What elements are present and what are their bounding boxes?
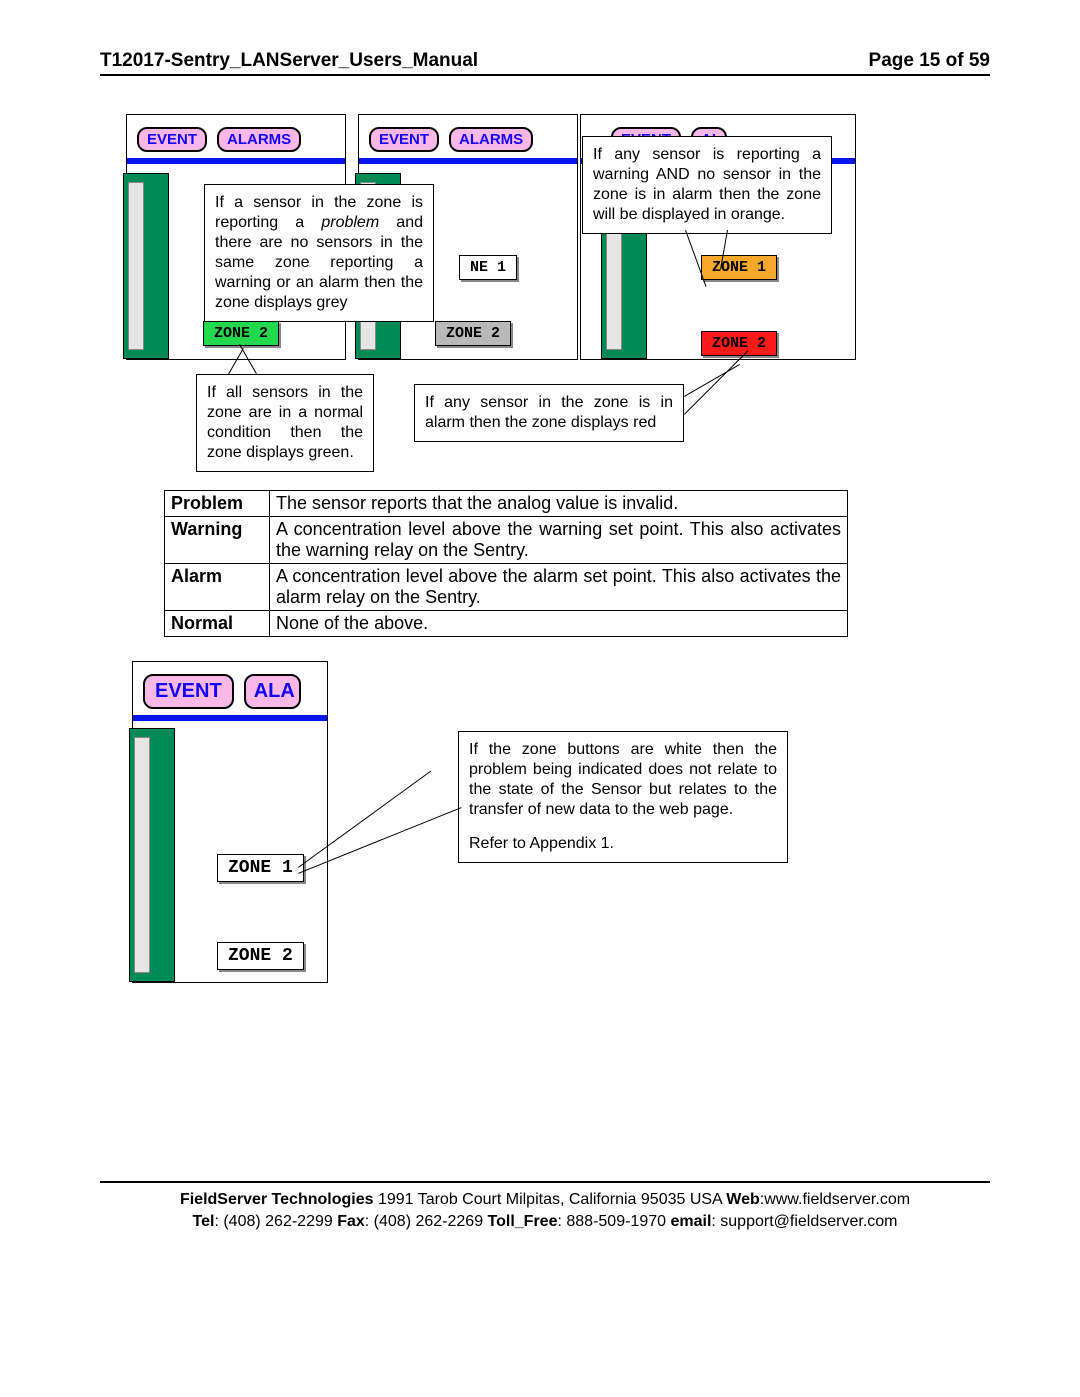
callout-red: If any sensor in the zone is in alarm th… bbox=[414, 384, 684, 442]
event-tab[interactable]: EVENT bbox=[369, 127, 439, 152]
footer-email-key: email bbox=[670, 1213, 711, 1230]
rack-graphic bbox=[129, 728, 175, 982]
callout-orange: If any sensor is reporting a warning AND… bbox=[582, 136, 832, 234]
footer-address: 1991 Tarob Court Milpitas, California 95… bbox=[374, 1191, 727, 1208]
callout-green: If all sensors in the zone are in a norm… bbox=[196, 374, 374, 472]
figure-zone-colors: EVENT ALARMS ZONE 2 EVENT ALARMS NE 1 ZO… bbox=[126, 114, 990, 464]
zone1-partial-button[interactable]: NE 1 bbox=[459, 255, 517, 280]
def-key: Problem bbox=[165, 491, 270, 517]
page-number: Page 15 of 59 bbox=[869, 50, 990, 72]
definitions-table: Problem The sensor reports that the anal… bbox=[164, 490, 848, 637]
alarms-tab[interactable]: ALARMS bbox=[449, 127, 533, 152]
doc-title: T12017-Sentry_LANServer_Users_Manual bbox=[100, 50, 478, 72]
page-header: T12017-Sentry_LANServer_Users_Manual Pag… bbox=[100, 50, 990, 76]
zone1-orange-button[interactable]: ZONE 1 bbox=[701, 255, 777, 280]
table-row: Warning A concentration level above the … bbox=[165, 517, 848, 564]
footer-tel-val: : (408) 262-2299 bbox=[214, 1213, 337, 1230]
def-val: A concentration level above the warning … bbox=[270, 517, 848, 564]
table-row: Alarm A concentration level above the al… bbox=[165, 564, 848, 611]
footer-fax-val: : (408) 262-2269 bbox=[365, 1213, 488, 1230]
table-row: Normal None of the above. bbox=[165, 611, 848, 637]
def-key: Normal bbox=[165, 611, 270, 637]
footer-tollfree-key: Toll_Free bbox=[488, 1213, 558, 1230]
zone2-green-button[interactable]: ZONE 2 bbox=[203, 321, 279, 346]
zone2-grey-button[interactable]: ZONE 2 bbox=[435, 321, 511, 346]
def-val: The sensor reports that the analog value… bbox=[270, 491, 848, 517]
def-key: Warning bbox=[165, 517, 270, 564]
footer-web-val: :www.fieldserver.com bbox=[760, 1191, 910, 1208]
figure-zone-white: EVENT ALA ZONE 1 ZONE 2 If the zone butt… bbox=[132, 661, 990, 991]
event-tab[interactable]: EVENT bbox=[143, 674, 234, 709]
zone2-red-button[interactable]: ZONE 2 bbox=[701, 331, 777, 356]
zone1-white-button[interactable]: ZONE 1 bbox=[217, 854, 304, 882]
table-row: Problem The sensor reports that the anal… bbox=[165, 491, 848, 517]
footer-email-val: : support@fieldserver.com bbox=[711, 1213, 897, 1230]
def-val: A concentration level above the alarm se… bbox=[270, 564, 848, 611]
def-val: None of the above. bbox=[270, 611, 848, 637]
footer-web-key: Web bbox=[726, 1191, 759, 1208]
page-footer: FieldServer Technologies 1991 Tarob Cour… bbox=[100, 1181, 990, 1232]
callout-grey: If a sensor in the zone is reporting a p… bbox=[204, 184, 434, 322]
rack-graphic bbox=[123, 173, 169, 359]
footer-tel-key: Tel bbox=[193, 1213, 215, 1230]
def-key: Alarm bbox=[165, 564, 270, 611]
footer-tollfree-val: : 888-509-1970 bbox=[557, 1213, 670, 1230]
footer-fax-key: Fax bbox=[337, 1213, 365, 1230]
panel-4: EVENT ALA ZONE 1 ZONE 2 bbox=[132, 661, 328, 983]
footer-company: FieldServer Technologies bbox=[180, 1191, 374, 1208]
alarms-tab[interactable]: ALARMS bbox=[217, 127, 301, 152]
alarms-tab-short[interactable]: ALA bbox=[244, 674, 301, 709]
event-tab[interactable]: EVENT bbox=[137, 127, 207, 152]
callout-white: If the zone buttons are white then the p… bbox=[458, 731, 788, 863]
zone2-white-button[interactable]: ZONE 2 bbox=[217, 942, 304, 970]
